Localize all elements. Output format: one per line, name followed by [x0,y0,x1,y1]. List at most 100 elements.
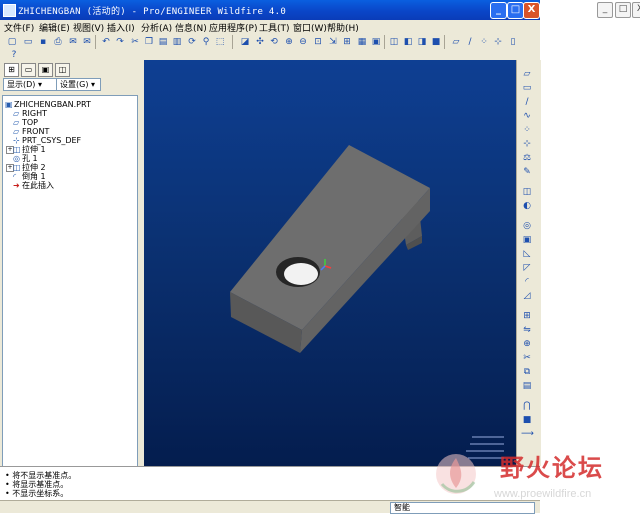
extrude-tool-icon[interactable]: ◫ [521,186,533,198]
maximize-button[interactable]: □ [507,2,524,19]
orient-mode-icon[interactable]: ⟲ [268,36,280,48]
folder-browser-tab[interactable]: ▭ [21,63,36,77]
no-hidden-icon[interactable]: ◨ [416,36,428,48]
trim-tool-icon[interactable]: ✂ [521,352,533,364]
copy-icon[interactable]: ❐ [143,36,155,48]
datum-points-toggle-icon[interactable]: ⁘ [478,36,490,48]
saved-views-icon[interactable]: ⊞ [341,36,353,48]
model-tree-tab[interactable]: ⊞ [4,63,19,77]
hole-tool-icon[interactable]: ◎ [521,220,533,232]
menu-edit[interactable]: 编辑(E) [39,21,70,34]
menu-window[interactable]: 窗口(W) [293,21,327,34]
cut-icon[interactable]: ✂ [129,36,141,48]
save-icon[interactable]: ▪ [37,36,49,48]
close-button[interactable]: X [523,2,540,19]
datum-axes-toggle-icon[interactable]: ∕ [464,36,476,48]
second-maximize-button[interactable]: □ [615,2,631,18]
select-box-icon[interactable]: ⬚ [214,36,226,48]
shell-tool-icon[interactable]: ▣ [521,234,533,246]
message-line: • 不显示坐标系。 [5,489,69,498]
csys-tool-icon[interactable]: ⊹ [521,138,533,150]
minimize-button[interactable]: _ [490,2,507,19]
hidden-line-icon[interactable]: ◧ [402,36,414,48]
datum-curve-tool-icon[interactable]: ∕ [521,96,533,108]
offset-tool-icon[interactable]: ⧉ [521,366,533,378]
tree-item-round-1[interactable]: ◜ 倒角 1 [13,172,46,181]
layers-icon[interactable]: ▦ [356,36,368,48]
menu-bar: 文件(F) 编辑(E) 视图(V) 插入(I) 分析(A) 信息(N) 应用程序… [0,20,540,34]
new-icon[interactable]: ▢ [6,36,18,48]
zoom-in-icon[interactable]: ⊕ [283,36,295,48]
mail-attach-icon[interactable]: ✉ [81,36,93,48]
app-icon[interactable] [3,4,16,17]
tree-item-insert-here[interactable]: ➜ 在此插入 [13,181,54,190]
datum-axis-tool-icon[interactable]: ▭ [521,82,533,94]
view-manager-icon[interactable]: ▣ [370,36,382,48]
menu-tools[interactable]: 工具(T) [259,21,290,34]
open-icon[interactable]: ▭ [22,36,34,48]
chamfer-tool-icon[interactable]: ◿ [521,290,533,302]
menu-file[interactable]: 文件(F) [4,21,34,34]
datum-point-tool-icon[interactable]: ⁘ [521,124,533,136]
annotation-toggle-icon[interactable]: ▯ [507,36,519,48]
tree-item-hole-1[interactable]: ◎ 孔 1 [13,154,38,163]
history-tab[interactable]: ◫ [55,63,70,77]
tree-item-extrude-1[interactable]: ◫拉伸 1 [13,145,46,154]
menu-analysis[interactable]: 分析(A) [141,21,172,34]
second-minimize-button[interactable]: _ [597,2,613,18]
rib-tool-icon[interactable]: ◺ [521,248,533,260]
tree-item-csys[interactable]: ⊹ PRT_CSYS_DEF [13,136,81,145]
menu-help[interactable]: 帮助(H) [327,21,359,34]
refit-icon[interactable]: ⊡ [312,36,324,48]
sketch-curve-tool-icon[interactable]: ∿ [521,110,533,122]
tree-item-extrude-2[interactable]: ◫拉伸 2 [13,163,46,172]
wireframe-icon[interactable]: ◫ [388,36,400,48]
menu-info[interactable]: 信息(N) [175,21,207,34]
pattern-tool-icon[interactable]: ⊞ [521,310,533,322]
repaint-icon[interactable]: ◪ [239,36,251,48]
menu-view[interactable]: 视图(V) [73,21,104,34]
graphics-window[interactable] [144,60,516,466]
tree-item-right[interactable]: ▱ RIGHT [13,109,47,118]
datum-planes-toggle-icon[interactable]: ▱ [450,36,462,48]
menu-insert[interactable]: 插入(I) [107,21,135,34]
print-icon[interactable]: ⎙ [52,36,64,48]
spin-center-icon[interactable]: ✣ [254,36,266,48]
thicken-tool-icon[interactable]: ▤ [521,380,533,392]
settings-dropdown[interactable]: 设置(G) ▾ [56,78,101,91]
zoom-out-icon[interactable]: ⊖ [297,36,309,48]
datum-plane-tool-icon[interactable]: ▱ [521,68,533,80]
part-icon: ▣ [5,100,13,109]
analysis-tool-icon[interactable]: ⚖ [521,152,533,164]
message-line: • 将不显示基准点。 [5,471,77,480]
draft-tool-icon[interactable]: ◸ [521,262,533,274]
regenerate-icon[interactable]: ⟳ [186,36,198,48]
round-tool-icon[interactable]: ◜ [521,276,533,288]
part-model [230,145,504,459]
revolve-tool-icon[interactable]: ◐ [521,200,533,212]
merge-tool-icon[interactable]: ⊕ [521,338,533,350]
tree-item-top[interactable]: ▱ TOP [13,118,38,127]
tree-item-part[interactable]: ▣ZHICHENGBAN.PRT [5,100,91,109]
solidify-tool-icon[interactable]: ■ [521,414,533,426]
csys-toggle-icon[interactable]: ⊹ [492,36,504,48]
mail-icon[interactable]: ✉ [67,36,79,48]
intersect-tool-icon[interactable]: ⋂ [521,400,533,412]
paste-special-icon[interactable]: ▥ [171,36,183,48]
menu-applications[interactable]: 应用程序(P) [209,21,257,34]
shading-icon[interactable]: ■ [430,36,442,48]
watermark-url: www.proewildfire.cn [494,488,592,500]
redo-icon[interactable]: ↷ [114,36,126,48]
tree-item-front[interactable]: ▱ FRONT [13,127,49,136]
extend-tool-icon[interactable]: ⟶ [521,428,534,440]
favorites-tab[interactable]: ▣ [38,63,53,77]
undo-icon[interactable]: ↶ [100,36,112,48]
forum-watermark: 野火论坛 www.proewildfire.cn [432,444,640,506]
paste-icon[interactable]: ▤ [157,36,169,48]
mirror-tool-icon[interactable]: ⇋ [521,324,533,336]
second-close-button[interactable]: X [632,2,640,18]
sketch-tool-icon[interactable]: ✎ [521,166,533,178]
reorient-icon[interactable]: ⇲ [327,36,339,48]
find-icon[interactable]: ⚲ [200,36,212,48]
navigator-panel: ⊞ ▭ ▣ ◫ 显示(D) ▾ 设置(G) ▾ ▣ZHICHENGBAN.PRT… [0,60,138,467]
